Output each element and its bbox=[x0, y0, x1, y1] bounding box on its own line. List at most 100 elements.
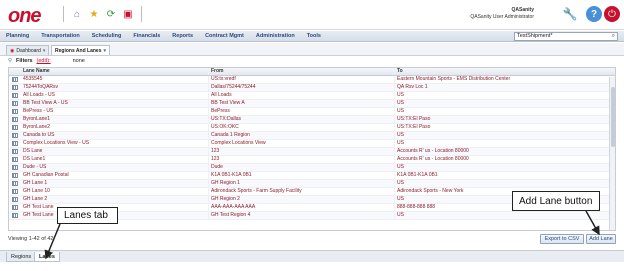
tab-dashboard[interactable]: ◉ Dashboard ▾ bbox=[6, 45, 50, 55]
row-grid-icon[interactable] bbox=[9, 76, 21, 83]
vertical-scrollbar[interactable] bbox=[609, 77, 615, 230]
table-row[interactable]: BePress - US BePress US bbox=[9, 108, 615, 116]
tab-lanes[interactable]: Lanes bbox=[34, 252, 60, 262]
cell-lane-name[interactable]: GH Canadian Postal bbox=[21, 172, 208, 179]
cell-from: US:tx:vredf bbox=[208, 76, 394, 83]
grid-icon bbox=[12, 173, 18, 178]
row-grid-icon[interactable] bbox=[9, 212, 21, 219]
row-grid-icon[interactable] bbox=[9, 148, 21, 155]
table-row[interactable]: GH Lane 1 GH Region 1 US bbox=[9, 180, 615, 188]
grid-icon bbox=[12, 101, 18, 106]
cell-to: US:TX:El Paso bbox=[394, 116, 615, 123]
star-icon[interactable]: ★ bbox=[87, 7, 101, 21]
cell-lane-name[interactable]: DS Lane bbox=[21, 148, 208, 155]
nav-item-reports[interactable]: Reports bbox=[172, 33, 193, 39]
column-header-from[interactable]: From bbox=[208, 68, 394, 75]
grid-icon bbox=[12, 165, 18, 170]
row-grid-icon[interactable] bbox=[9, 140, 21, 147]
tab-regions[interactable]: Regions bbox=[6, 252, 37, 262]
row-grid-icon[interactable] bbox=[9, 100, 21, 107]
filters-value: none bbox=[72, 58, 85, 64]
add-lane-button[interactable]: Add Lane bbox=[586, 234, 616, 244]
table-row[interactable]: Complex Locations View - US Complex Locat… bbox=[9, 140, 615, 148]
cell-lane-name[interactable]: DS Lane1 bbox=[21, 156, 208, 163]
user-info: QASanity QASanity User Administrator bbox=[470, 7, 534, 21]
nav-item-planning[interactable]: Planning bbox=[6, 33, 29, 39]
scrollbar-thumb[interactable] bbox=[611, 87, 615, 147]
cell-from: All Loads bbox=[208, 92, 394, 99]
tab-label: Dashboard bbox=[16, 47, 41, 54]
cell-lane-name[interactable]: BB Test View A - US bbox=[21, 100, 208, 107]
refresh-icon[interactable]: ⟳ bbox=[104, 7, 118, 21]
top-header: one ⌂ ★ ⟳ ▣ QASanity QASanity User Admin… bbox=[0, 0, 624, 30]
tab-regions-and-lanes[interactable]: Regions And Lanes ▾ bbox=[51, 45, 111, 55]
screen-icon[interactable]: ▣ bbox=[121, 7, 135, 21]
chevron-down-icon[interactable]: ▾ bbox=[43, 48, 46, 54]
cell-lane-name[interactable]: ByronLane1 bbox=[21, 116, 208, 123]
nav-item-tools[interactable]: Tools bbox=[307, 33, 321, 39]
cell-lane-name[interactable]: GH Lane 1 bbox=[21, 180, 208, 187]
cell-lane-name[interactable]: GH Lane 2 bbox=[21, 196, 208, 203]
power-icon[interactable]: ⏻ bbox=[604, 6, 620, 22]
filters-edit-link[interactable]: (edit): bbox=[37, 58, 51, 64]
row-grid-icon[interactable] bbox=[9, 180, 21, 187]
home-icon[interactable]: ⌂ bbox=[70, 7, 84, 21]
wrench-icon[interactable]: 🔧 bbox=[562, 6, 578, 22]
grid-icon bbox=[12, 77, 18, 82]
table-row[interactable]: All Loads - US All Loads US bbox=[9, 92, 615, 100]
row-grid-icon[interactable] bbox=[9, 172, 21, 179]
table-row[interactable]: Canada to US Canada 1 Region US bbox=[9, 132, 615, 140]
cell-lane-name[interactable]: All Loads - US bbox=[21, 92, 208, 99]
nav-item-contract-mgmt[interactable]: Contract Mgmt bbox=[205, 33, 244, 39]
grid-icon bbox=[12, 157, 18, 162]
grid-icon bbox=[12, 181, 18, 186]
cell-lane-name[interactable]: 75244ToQARsv bbox=[21, 84, 208, 91]
app-logo[interactable]: one bbox=[8, 5, 42, 28]
cell-lane-name[interactable]: Canada to US bbox=[21, 132, 208, 139]
row-grid-icon[interactable] bbox=[9, 132, 21, 139]
search-icon[interactable]: ⌕ bbox=[612, 33, 615, 40]
nav-item-transportation[interactable]: Transportation bbox=[41, 33, 80, 39]
row-grid-icon[interactable] bbox=[9, 196, 21, 203]
row-grid-icon[interactable] bbox=[9, 188, 21, 195]
row-grid-icon[interactable] bbox=[9, 164, 21, 171]
table-row[interactable]: ByronLane1 US:TX:Dallas US:TX:El Paso bbox=[9, 116, 615, 124]
table-row[interactable]: 4535545 US:tx:vredf Eastern Mountain Sport… bbox=[9, 76, 615, 84]
row-grid-icon[interactable] bbox=[9, 92, 21, 99]
cell-lane-name[interactable]: BePress - US bbox=[21, 108, 208, 115]
column-header-to[interactable]: To bbox=[394, 68, 615, 75]
chevron-down-icon[interactable]: ▾ bbox=[104, 48, 107, 54]
main-nav: Planning Transportation Scheduling Finan… bbox=[0, 31, 624, 42]
row-grid-icon[interactable] bbox=[9, 116, 21, 123]
search-input[interactable]: TestShipment* ⌕ bbox=[514, 32, 618, 41]
row-grid-icon[interactable] bbox=[9, 124, 21, 131]
help-icon[interactable]: ? bbox=[586, 6, 602, 22]
table-row[interactable]: Dude - US Dude US bbox=[9, 164, 615, 172]
row-grid-icon[interactable] bbox=[9, 108, 21, 115]
column-header-lane-name[interactable]: Lane Name bbox=[21, 68, 208, 75]
nav-item-administration[interactable]: Administration bbox=[256, 33, 295, 39]
grid-icon bbox=[12, 125, 18, 130]
grid-icon bbox=[12, 213, 18, 218]
nav-item-financials[interactable]: Financials bbox=[133, 33, 160, 39]
cell-from: AAA-AAA-AAA AAA bbox=[208, 204, 394, 211]
cell-to: Accounts R' us - Location 80000 bbox=[394, 148, 615, 155]
table-row[interactable]: 75244ToQARsv Dallas/75244/75244 QA Rsv Loc… bbox=[9, 84, 615, 92]
cell-lane-name[interactable]: Complex Locations View - US bbox=[21, 140, 208, 147]
table-row[interactable]: BB Test View A - US BB Test View A US bbox=[9, 100, 615, 108]
table-row[interactable]: DS Lane 123 Accounts R' us - Location 8000… bbox=[9, 148, 615, 156]
cell-lane-name[interactable]: GH Lane 10 bbox=[21, 188, 208, 195]
row-grid-icon[interactable] bbox=[9, 156, 21, 163]
cell-lane-name[interactable]: Dude - US bbox=[21, 164, 208, 171]
table-row[interactable]: GH Canadian Postal K1A 0B1-K1A 0B1 K1A 0B1… bbox=[9, 172, 615, 180]
table-row[interactable]: DS Lane1 123 Accounts R' us - Location 800… bbox=[9, 156, 615, 164]
table-row[interactable]: ByronLane2 US:OK:OKC US:TX:El Paso bbox=[9, 124, 615, 132]
row-grid-icon[interactable] bbox=[9, 204, 21, 211]
user-role: QASanity User Administrator bbox=[470, 14, 534, 20]
cell-lane-name[interactable]: ByronLane2 bbox=[21, 124, 208, 131]
cell-from: BePress bbox=[208, 108, 394, 115]
row-grid-icon[interactable] bbox=[9, 84, 21, 91]
nav-item-scheduling[interactable]: Scheduling bbox=[92, 33, 122, 39]
export-csv-button[interactable]: Export to CSV bbox=[540, 234, 584, 244]
cell-lane-name[interactable]: 4535545 bbox=[21, 76, 208, 83]
